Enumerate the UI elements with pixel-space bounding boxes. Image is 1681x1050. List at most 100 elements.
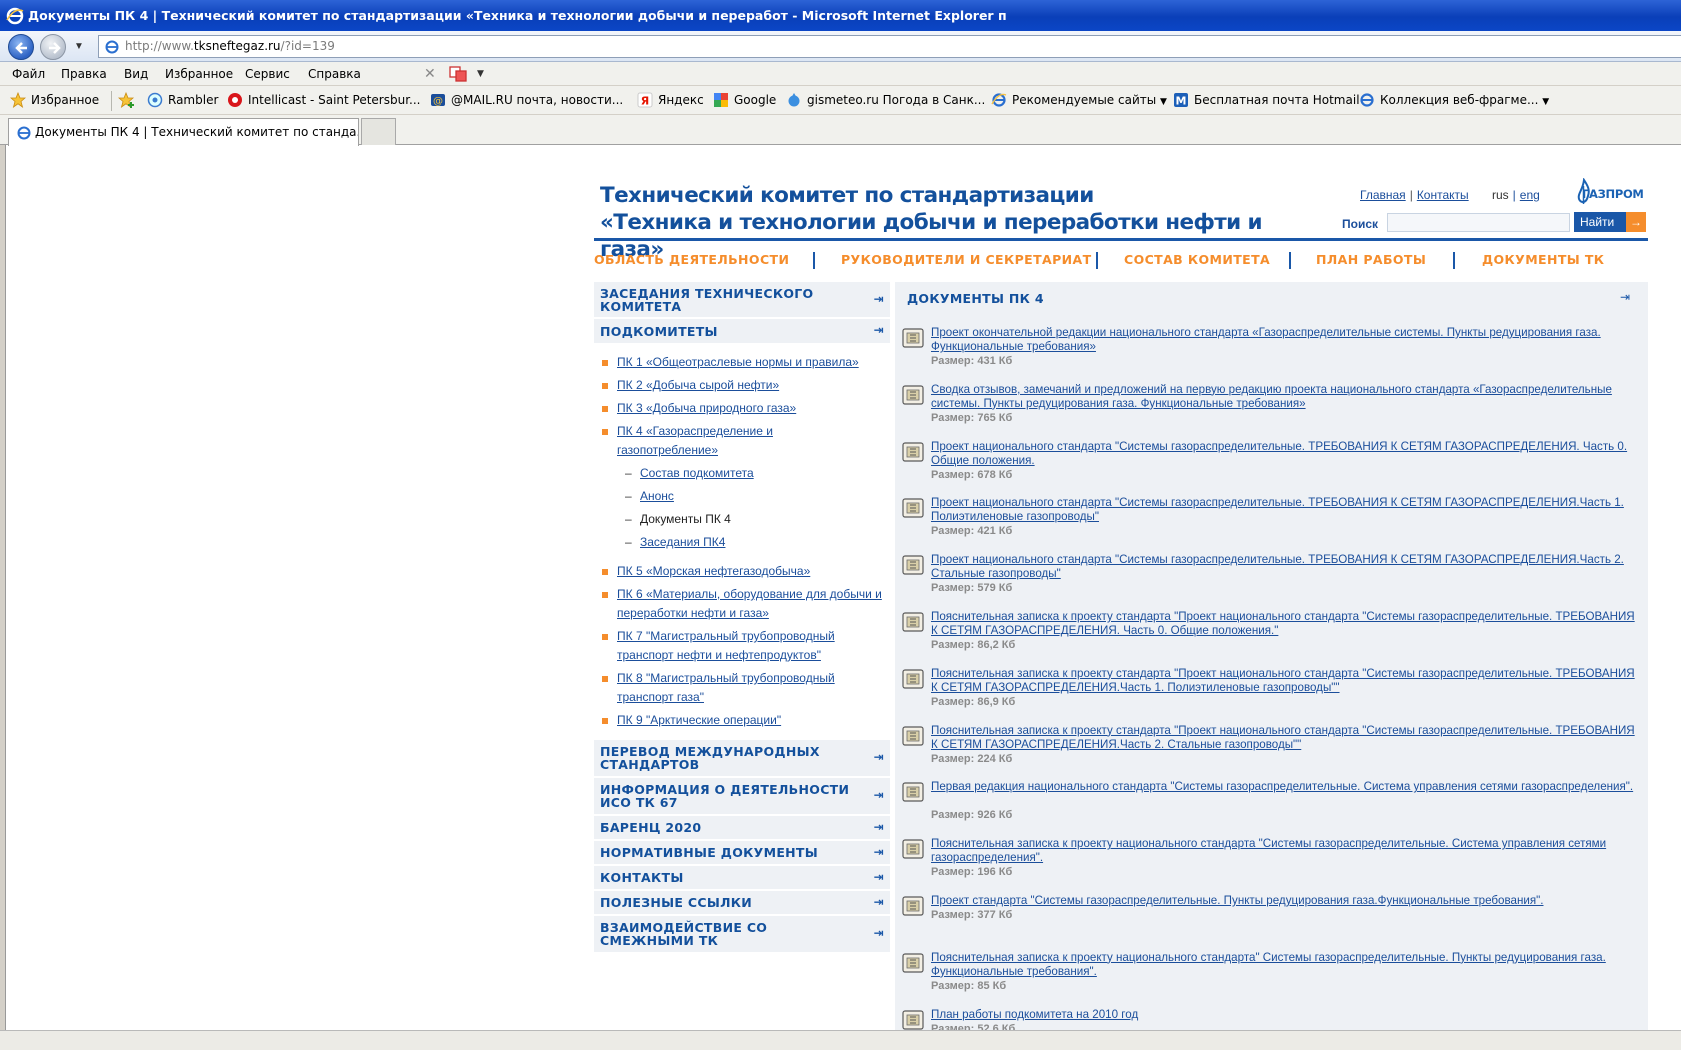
section-label: ИНФОРМАЦИЯ О ДЕЯТЕЛЬНОСТИ ИСО ТК 67 — [600, 782, 850, 810]
document-size: Размер: 765 Кб — [931, 411, 1013, 424]
submenu-link[interactable]: Заседания ПК4 — [640, 535, 725, 549]
nav-leaders[interactable]: РУКОВОДИТЕЛИ И СЕКРЕТАРИАТ — [841, 252, 1092, 267]
menu-view[interactable]: Вид — [124, 62, 148, 86]
add-favorite-icon[interactable] — [118, 92, 136, 109]
search-input[interactable] — [1387, 213, 1570, 232]
subcommittee-link[interactable]: ПК 4 «Газораспределение и газопотреблени… — [617, 424, 773, 457]
subcommittee-link[interactable]: ПК 1 «Общеотраслевые нормы и правила» — [617, 355, 859, 369]
submenu-link[interactable]: Анонс — [640, 489, 674, 503]
document-link[interactable]: Пояснительная записка к проекту стандарт… — [931, 667, 1643, 695]
list-item[interactable]: ПК 9 "Арктические операции" — [594, 711, 890, 730]
translate-icon[interactable] — [449, 66, 467, 82]
document-link[interactable]: Первая редакция национального стандарта … — [931, 780, 1643, 794]
sidebar-section-normative[interactable]: НОРМАТИВНЫЕ ДОКУМЕНТЫ ⇥ — [594, 841, 890, 866]
document-link[interactable]: План работы подкомитета на 2010 год — [931, 1008, 1643, 1022]
submenu-item[interactable]: – Анонс — [594, 487, 890, 506]
menu-file[interactable]: Файл — [12, 62, 45, 86]
section-label: ПОЛЕЗНЫЕ ССЫЛКИ — [600, 895, 753, 910]
fav-webslice[interactable]: Коллекция веб-фрагме... ▼ — [1359, 86, 1549, 117]
menu-help[interactable]: Справка — [308, 62, 361, 86]
fav-gismeteo[interactable]: gismeteo.ru Погода в Санк... — [786, 86, 985, 115]
sidebar-section-links[interactable]: ПОЛЕЗНЫЕ ССЫЛКИ ⇥ — [594, 891, 890, 916]
submenu-item[interactable]: – Состав подкомитета — [594, 464, 890, 483]
translate-dropdown-icon[interactable]: ▼ — [477, 62, 484, 86]
nav-plan[interactable]: ПЛАН РАБОТЫ — [1316, 252, 1426, 267]
address-input[interactable]: http://www.tksneftegaz.ru/?id=139 — [98, 35, 1681, 58]
list-item[interactable]: ПК 5 «Морская нефтегазодобыча» — [594, 562, 890, 581]
subcommittee-link[interactable]: ПК 5 «Морская нефтегазодобыча» — [617, 564, 810, 578]
fav-intellicast[interactable]: Intellicast - Saint Petersbur... — [227, 86, 421, 115]
document-link[interactable]: Сводка отзывов, замечаний и предложений … — [931, 383, 1643, 411]
sidebar-section-translation[interactable]: ПЕРЕВОД МЕЖДУНАРОДНЫХ СТАНДАРТОВ ⇥ — [594, 740, 890, 778]
document-archive-icon — [902, 669, 924, 689]
forward-button[interactable] — [40, 34, 66, 60]
sidebar-section-related[interactable]: ВЗАИМОДЕЙСТВИЕ СО СМЕЖНЫМИ ТК ⇥ — [594, 916, 890, 954]
nav-divider — [1096, 252, 1098, 269]
nav-scope[interactable]: ОБЛАСТЬ ДЕЯТЕЛЬНОСТИ — [594, 252, 789, 267]
submenu-link[interactable]: Состав подкомитета — [640, 466, 754, 480]
webslice-icon — [1360, 92, 1374, 107]
subcommittee-link[interactable]: ПК 2 «Добыча сырой нефти» — [617, 378, 779, 392]
list-item[interactable]: ПК 2 «Добыча сырой нефти» — [594, 376, 890, 395]
menu-tools[interactable]: Сервис — [245, 62, 290, 86]
subcommittee-link[interactable]: ПК 9 "Арктические операции" — [617, 713, 781, 727]
section-label: ЗАСЕДАНИЯ ТЕХНИЧЕСКОГО КОМИТЕТА — [600, 286, 814, 314]
bullet-icon — [602, 592, 608, 598]
subcommittee-link[interactable]: ПК 7 "Магистральный трубопроводный транс… — [617, 629, 835, 662]
document-link[interactable]: Пояснительная записка к проекту стандарт… — [931, 724, 1643, 752]
fav-google[interactable]: Google — [713, 86, 776, 115]
fav-mailru[interactable]: @ @MAIL.RU почта, новости... — [430, 86, 623, 115]
nav-documents[interactable]: ДОКУМЕНТЫ ТК — [1482, 252, 1604, 267]
fav-label: @MAIL.RU почта, новости... — [451, 93, 624, 107]
site-title[interactable]: Технический комитет по стандартизации «Т… — [600, 182, 1320, 263]
contacts-link[interactable]: Контакты — [1417, 188, 1469, 202]
window-title-bar[interactable]: Документы ПК 4 | Технический комитет по … — [0, 0, 1681, 31]
search-button[interactable]: Найти → — [1574, 212, 1646, 232]
document-link[interactable]: Проект национального стандарта "Системы … — [931, 553, 1643, 581]
document-link[interactable]: Пояснительная записка к проекту национал… — [931, 951, 1643, 979]
list-item[interactable]: ПК 7 "Магистральный трубопроводный транс… — [594, 627, 856, 665]
sidebar-section-subcommittees[interactable]: ПОДКОМИТЕТЫ ⇥ — [594, 319, 890, 345]
list-item[interactable]: ПК 1 «Общеотраслевые нормы и правила» — [594, 353, 890, 372]
list-item[interactable]: ПК 3 «Добыча природного газа» — [594, 399, 890, 418]
subcommittee-link[interactable]: ПК 3 «Добыча природного газа» — [617, 401, 796, 415]
list-item[interactable]: ПК 8 "Магистральный трубопроводный транс… — [594, 669, 856, 707]
document-archive-icon — [902, 328, 924, 348]
bullet-icon — [602, 718, 608, 724]
sidebar-section-meetings[interactable]: ЗАСЕДАНИЯ ТЕХНИЧЕСКОГО КОМИТЕТА ⇥ — [594, 282, 890, 319]
new-tab-button[interactable] — [361, 118, 396, 145]
menu-edit[interactable]: Правка — [61, 62, 107, 86]
arrow-right-icon[interactable]: ⇥ — [1620, 290, 1630, 304]
tab-title: Документы ПК 4 | Технический комитет по … — [35, 125, 359, 139]
close-icon[interactable]: ✕ — [424, 62, 436, 86]
list-item[interactable]: ПК 6 «Материалы, оборудование для добычи… — [594, 585, 890, 623]
sidebar-section-iso[interactable]: ИНФОРМАЦИЯ О ДЕЯТЕЛЬНОСТИ ИСО ТК 67 ⇥ — [594, 778, 890, 816]
subcommittee-link[interactable]: ПК 8 "Магистральный трубопроводный транс… — [617, 671, 835, 704]
fav-hotmail[interactable]: M Бесплатная почта Hotmail — [1173, 86, 1360, 115]
favorites-button[interactable]: Избранное — [10, 86, 99, 115]
back-button[interactable] — [8, 34, 34, 60]
fav-label: Рекомендуемые сайты — [1012, 93, 1157, 107]
document-link[interactable]: Проект окончательной редакции национальн… — [931, 326, 1643, 354]
sidebar-section-contacts[interactable]: КОНТАКТЫ ⇥ — [594, 866, 890, 891]
top-links: Главная | Контакты rus | eng — [1360, 188, 1540, 202]
subcommittee-link[interactable]: ПК 6 «Материалы, оборудование для добычи… — [617, 587, 882, 620]
document-link[interactable]: Проект стандарта "Системы газораспредели… — [931, 894, 1643, 908]
fav-rambler[interactable]: Rambler — [147, 86, 218, 115]
submenu-item[interactable]: – Заседания ПК4 — [594, 533, 890, 552]
document-link[interactable]: Пояснительная записка к проекту стандарт… — [931, 610, 1643, 638]
home-link[interactable]: Главная — [1360, 188, 1406, 202]
fav-yandex[interactable]: Я Яндекс — [637, 86, 704, 115]
sidebar-section-barents[interactable]: БАРЕНЦ 2020 ⇥ — [594, 816, 890, 841]
lang-eng[interactable]: eng — [1520, 188, 1540, 202]
document-link[interactable]: Пояснительная записка к проекту национал… — [931, 837, 1643, 865]
tab-active[interactable]: Документы ПК 4 | Технический комитет по … — [8, 118, 359, 146]
document-link[interactable]: Проект национального стандарта "Системы … — [931, 496, 1643, 524]
lang-rus[interactable]: rus — [1492, 188, 1509, 202]
document-link[interactable]: Проект национального стандарта "Системы … — [931, 440, 1643, 468]
menu-favorites[interactable]: Избранное — [165, 62, 233, 86]
fav-recommended[interactable]: Рекомендуемые сайты ▼ — [991, 86, 1167, 117]
nav-composition[interactable]: СОСТАВ КОМИТЕТА — [1124, 252, 1270, 267]
history-dropdown-icon[interactable]: ▼ — [74, 41, 84, 52]
list-item[interactable]: ПК 4 «Газораспределение и газопотреблени… — [594, 422, 804, 558]
